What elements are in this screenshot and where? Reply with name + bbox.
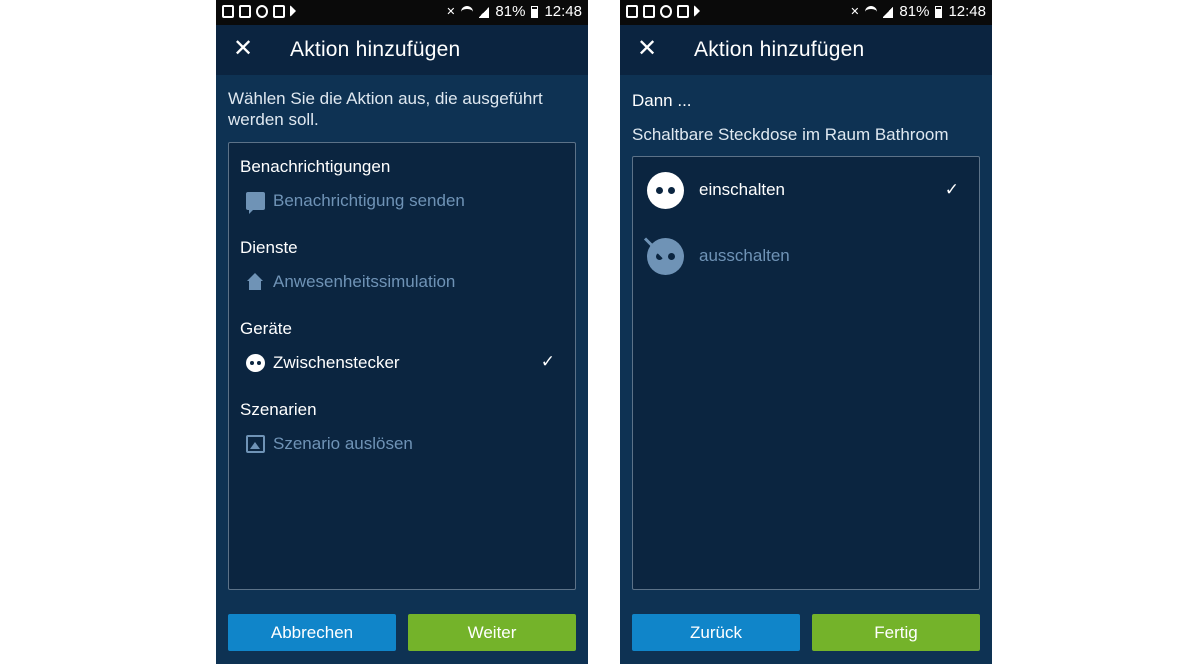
list-item-trigger-scenario[interactable]: Szenario auslösen [229,429,575,459]
option-switch-off[interactable]: ausschalten [633,233,979,279]
list-item-send-notification[interactable]: Benachrichtigung senden [229,186,575,216]
list-item-adapter-plug[interactable]: Zwischenstecker ✓ [229,348,575,378]
signal-icon [479,5,490,18]
wrench-notification-icon [677,5,689,18]
instruction-text: Wählen Sie die Aktion aus, die ausgeführ… [228,89,543,129]
wrench-notification-icon [273,5,285,18]
wifi-icon [865,5,878,18]
sync-notification-icon [660,5,672,18]
option-switch-on[interactable]: einschalten ✓ [633,167,979,213]
play-store-notification-icon [290,5,296,17]
section-title-scenarios: Szenarien [240,400,317,419]
battery-icon [935,5,943,18]
app-bar: ✕ Aktion hinzufügen [620,25,992,75]
option-label: ausschalten [699,246,790,265]
notification-icons [626,5,700,18]
next-button[interactable]: Weiter [408,614,576,651]
mute-icon: ✕ [850,6,860,18]
scene-icon [246,435,265,453]
plug-icon [647,172,684,209]
clock: 12:48 [544,3,582,20]
list-item-label: Zwischenstecker [273,353,400,372]
app-bar: ✕ Aktion hinzufügen [216,25,588,75]
mute-icon: ✕ [446,6,456,18]
phone-screen-right: ✕ 81% 12:48 ✕ Aktion hinzufügen Dann ...… [620,0,992,664]
checkmark-icon: ✓ [944,180,959,199]
list-item-presence-simulation[interactable]: Anwesenheitssimulation [229,267,575,297]
battery-percent: 81% [495,3,526,20]
status-indicators: ✕ 81% 12:48 [446,3,582,20]
notification-icons [222,5,296,18]
back-button[interactable]: Zurück [632,614,800,651]
play-store-notification-icon [694,5,700,17]
list-item-label: Anwesenheitssimulation [273,272,456,291]
status-bar: ✕ 81% 12:48 [216,0,588,25]
flipboard-notification-icon [643,5,655,18]
close-icon[interactable]: ✕ [230,36,256,62]
cancel-button[interactable]: Abbrechen [228,614,396,651]
section-title-notifications: Benachrichtigungen [240,157,391,176]
flipboard-notification-icon [239,5,251,18]
chat-icon [246,192,265,214]
plug-icon [246,354,265,372]
image-notification-icon [222,5,234,18]
status-bar: ✕ 81% 12:48 [620,0,992,25]
sync-notification-icon [256,5,268,18]
battery-icon [531,5,539,18]
switch-option-list: einschalten ✓ ausschalten [632,156,980,590]
clock: 12:48 [948,3,986,20]
option-label: einschalten [699,180,786,199]
device-room-label: Schaltbare Steckdose im Raum Bathroom [632,125,949,144]
checkmark-icon: ✓ [540,352,555,371]
page-title: Aktion hinzufügen [694,38,865,61]
status-indicators: ✕ 81% 12:48 [850,3,986,20]
signal-icon [883,5,894,18]
battery-percent: 81% [899,3,930,20]
phone-screen-left: ✕ 81% 12:48 ✕ Aktion hinzufügen Wählen S… [216,0,588,664]
image-notification-icon [626,5,638,18]
wifi-icon [461,5,474,18]
step-heading: Dann ... [632,91,692,110]
house-person-icon [246,273,265,291]
section-title-devices: Geräte [240,319,292,338]
action-list: Benachrichtigungen Benachrichtigung send… [228,142,576,590]
list-item-label: Benachrichtigung senden [273,191,465,210]
close-icon[interactable]: ✕ [634,36,660,62]
page-title: Aktion hinzufügen [290,38,461,61]
section-title-services: Dienste [240,238,298,257]
done-button[interactable]: Fertig [812,614,980,651]
list-item-label: Szenario auslösen [273,434,413,453]
